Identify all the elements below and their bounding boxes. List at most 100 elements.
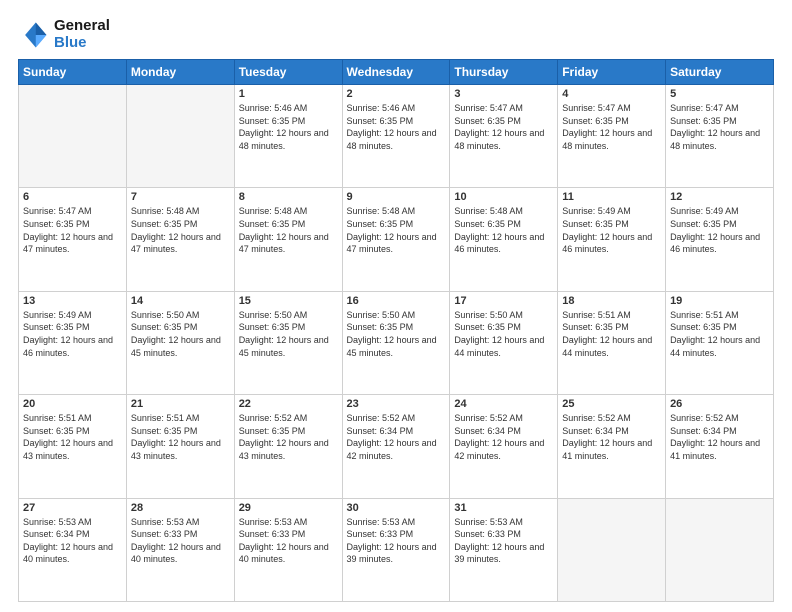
day-number: 31: [454, 502, 553, 514]
weekday-header-monday: Monday: [126, 60, 234, 85]
calendar-week-4: 27 Sunrise: 5:53 AMSunset: 6:34 PMDayligh…: [19, 498, 774, 601]
day-number: 11: [562, 191, 661, 203]
day-info: Sunrise: 5:51 AMSunset: 6:35 PMDaylight:…: [131, 412, 230, 462]
calendar-cell: 1 Sunrise: 5:46 AMSunset: 6:35 PMDaylight…: [234, 85, 342, 188]
day-number: 21: [131, 398, 230, 410]
logo-line2: Blue: [54, 35, 110, 52]
day-info: Sunrise: 5:51 AMSunset: 6:35 PMDaylight:…: [562, 309, 661, 359]
day-number: 27: [23, 502, 122, 514]
day-info: Sunrise: 5:47 AMSunset: 6:35 PMDaylight:…: [670, 102, 769, 152]
calendar-cell: 24Sunrise: 5:52 AMSunset: 6:34 PMDayligh…: [450, 395, 558, 498]
day-number: 15: [239, 295, 338, 307]
calendar-table: SundayMondayTuesdayWednesdayThursdayFrid…: [18, 59, 774, 602]
calendar-week-2: 13 Sunrise: 5:49 AMSunset: 6:35 PMDayligh…: [19, 291, 774, 394]
calendar-cell: 20Sunrise: 5:51 AMSunset: 6:35 PMDayligh…: [19, 395, 127, 498]
day-number: 19: [670, 295, 769, 307]
calendar-cell: 23 Sunrise: 5:52 AMSunset: 6:34 PMDayligh…: [342, 395, 450, 498]
day-info: Sunrise: 5:52 AMSunset: 6:34 PMDaylight:…: [670, 412, 769, 462]
day-number: 16: [347, 295, 446, 307]
calendar-week-1: 6 Sunrise: 5:47 AMSunset: 6:35 PMDaylight…: [19, 188, 774, 291]
day-info: Sunrise: 5:48 AMSunset: 6:35 PMDaylight:…: [454, 205, 553, 255]
weekday-header-row: SundayMondayTuesdayWednesdayThursdayFrid…: [19, 60, 774, 85]
calendar-week-0: 1 Sunrise: 5:46 AMSunset: 6:35 PMDaylight…: [19, 85, 774, 188]
calendar-cell: 4 Sunrise: 5:47 AMSunset: 6:35 PMDaylight…: [558, 85, 666, 188]
calendar-cell: 25 Sunrise: 5:52 AMSunset: 6:34 PMDayligh…: [558, 395, 666, 498]
calendar-cell: 15Sunrise: 5:50 AMSunset: 6:35 PMDayligh…: [234, 291, 342, 394]
calendar-cell: 31 Sunrise: 5:53 AMSunset: 6:33 PMDayligh…: [450, 498, 558, 601]
calendar-cell: 16 Sunrise: 5:50 AMSunset: 6:35 PMDayligh…: [342, 291, 450, 394]
day-number: 4: [562, 88, 661, 100]
day-number: 13: [23, 295, 122, 307]
day-info: Sunrise: 5:47 AMSunset: 6:35 PMDaylight:…: [562, 102, 661, 152]
day-number: 29: [239, 502, 338, 514]
day-info: Sunrise: 5:49 AMSunset: 6:35 PMDaylight:…: [562, 205, 661, 255]
day-info: Sunrise: 5:49 AMSunset: 6:35 PMDaylight:…: [23, 309, 122, 359]
day-number: 24: [454, 398, 553, 410]
day-info: Sunrise: 5:52 AMSunset: 6:34 PMDaylight:…: [347, 412, 446, 462]
day-info: Sunrise: 5:51 AMSunset: 6:35 PMDaylight:…: [670, 309, 769, 359]
day-number: 25: [562, 398, 661, 410]
calendar-cell: 29 Sunrise: 5:53 AMSunset: 6:33 PMDayligh…: [234, 498, 342, 601]
day-info: Sunrise: 5:53 AMSunset: 6:33 PMDaylight:…: [239, 516, 338, 566]
day-number: 23: [347, 398, 446, 410]
day-info: Sunrise: 5:47 AMSunset: 6:35 PMDaylight:…: [454, 102, 553, 152]
day-number: 17: [454, 295, 553, 307]
day-number: 2: [347, 88, 446, 100]
calendar-cell: 27 Sunrise: 5:53 AMSunset: 6:34 PMDayligh…: [19, 498, 127, 601]
calendar-cell: 12 Sunrise: 5:49 AMSunset: 6:35 PMDayligh…: [666, 188, 774, 291]
day-info: Sunrise: 5:49 AMSunset: 6:35 PMDaylight:…: [670, 205, 769, 255]
calendar-cell: 18 Sunrise: 5:51 AMSunset: 6:35 PMDayligh…: [558, 291, 666, 394]
day-number: 10: [454, 191, 553, 203]
day-info: Sunrise: 5:46 AMSunset: 6:35 PMDaylight:…: [239, 102, 338, 152]
calendar-cell: 28 Sunrise: 5:53 AMSunset: 6:33 PMDayligh…: [126, 498, 234, 601]
day-number: 26: [670, 398, 769, 410]
logo: General Blue: [18, 18, 110, 51]
calendar-cell: 13 Sunrise: 5:49 AMSunset: 6:35 PMDayligh…: [19, 291, 127, 394]
weekday-header-friday: Friday: [558, 60, 666, 85]
calendar-cell: 7 Sunrise: 5:48 AMSunset: 6:35 PMDaylight…: [126, 188, 234, 291]
day-info: Sunrise: 5:48 AMSunset: 6:35 PMDaylight:…: [347, 205, 446, 255]
calendar-cell: 14Sunrise: 5:50 AMSunset: 6:35 PMDayligh…: [126, 291, 234, 394]
page: General Blue SundayMondayTuesdayWednesda…: [0, 0, 792, 612]
calendar-week-3: 20 Sunrise: 5:51 AMSunset: 6:35 PMDayligh…: [19, 395, 774, 498]
day-info: Sunrise: 5:53 AMSunset: 6:33 PMDaylight:…: [347, 516, 446, 566]
calendar-cell: 21 Sunrise: 5:51 AMSunset: 6:35 PMDayligh…: [126, 395, 234, 498]
day-info: Sunrise: 5:50 AMSunset: 6:35 PMDaylight:…: [454, 309, 553, 359]
logo-text: General Blue: [54, 18, 110, 51]
day-number: 5: [670, 88, 769, 100]
day-number: 7: [131, 191, 230, 203]
day-number: 8: [239, 191, 338, 203]
calendar-cell: [558, 498, 666, 601]
day-number: 28: [131, 502, 230, 514]
calendar-cell: 8 Sunrise: 5:48 AMSunset: 6:35 PMDaylight…: [234, 188, 342, 291]
calendar-cell: [666, 498, 774, 601]
day-number: 18: [562, 295, 661, 307]
day-info: Sunrise: 5:47 AMSunset: 6:35 PMDaylight:…: [23, 205, 122, 255]
day-number: 3: [454, 88, 553, 100]
day-info: Sunrise: 5:52 AMSunset: 6:34 PMDaylight:…: [562, 412, 661, 462]
logo-line1: General: [54, 18, 110, 35]
calendar-cell: 30Sunrise: 5:53 AMSunset: 6:33 PMDayligh…: [342, 498, 450, 601]
day-number: 22: [239, 398, 338, 410]
day-number: 14: [131, 295, 230, 307]
day-number: 12: [670, 191, 769, 203]
day-info: Sunrise: 5:50 AMSunset: 6:35 PMDaylight:…: [347, 309, 446, 359]
calendar-cell: 26 Sunrise: 5:52 AMSunset: 6:34 PMDayligh…: [666, 395, 774, 498]
day-number: 1: [239, 88, 338, 100]
day-info: Sunrise: 5:53 AMSunset: 6:34 PMDaylight:…: [23, 516, 122, 566]
day-info: Sunrise: 5:48 AMSunset: 6:35 PMDaylight:…: [131, 205, 230, 255]
day-number: 6: [23, 191, 122, 203]
day-info: Sunrise: 5:53 AMSunset: 6:33 PMDaylight:…: [131, 516, 230, 566]
day-number: 20: [23, 398, 122, 410]
day-info: Sunrise: 5:48 AMSunset: 6:35 PMDaylight:…: [239, 205, 338, 255]
day-info: Sunrise: 5:46 AMSunset: 6:35 PMDaylight:…: [347, 102, 446, 152]
calendar-cell: 6 Sunrise: 5:47 AMSunset: 6:35 PMDaylight…: [19, 188, 127, 291]
calendar-cell: 3 Sunrise: 5:47 AMSunset: 6:35 PMDaylight…: [450, 85, 558, 188]
day-info: Sunrise: 5:52 AMSunset: 6:35 PMDaylight:…: [239, 412, 338, 462]
weekday-header-wednesday: Wednesday: [342, 60, 450, 85]
weekday-header-sunday: Sunday: [19, 60, 127, 85]
calendar-cell: [126, 85, 234, 188]
header: General Blue: [18, 18, 774, 51]
weekday-header-saturday: Saturday: [666, 60, 774, 85]
day-info: Sunrise: 5:53 AMSunset: 6:33 PMDaylight:…: [454, 516, 553, 566]
